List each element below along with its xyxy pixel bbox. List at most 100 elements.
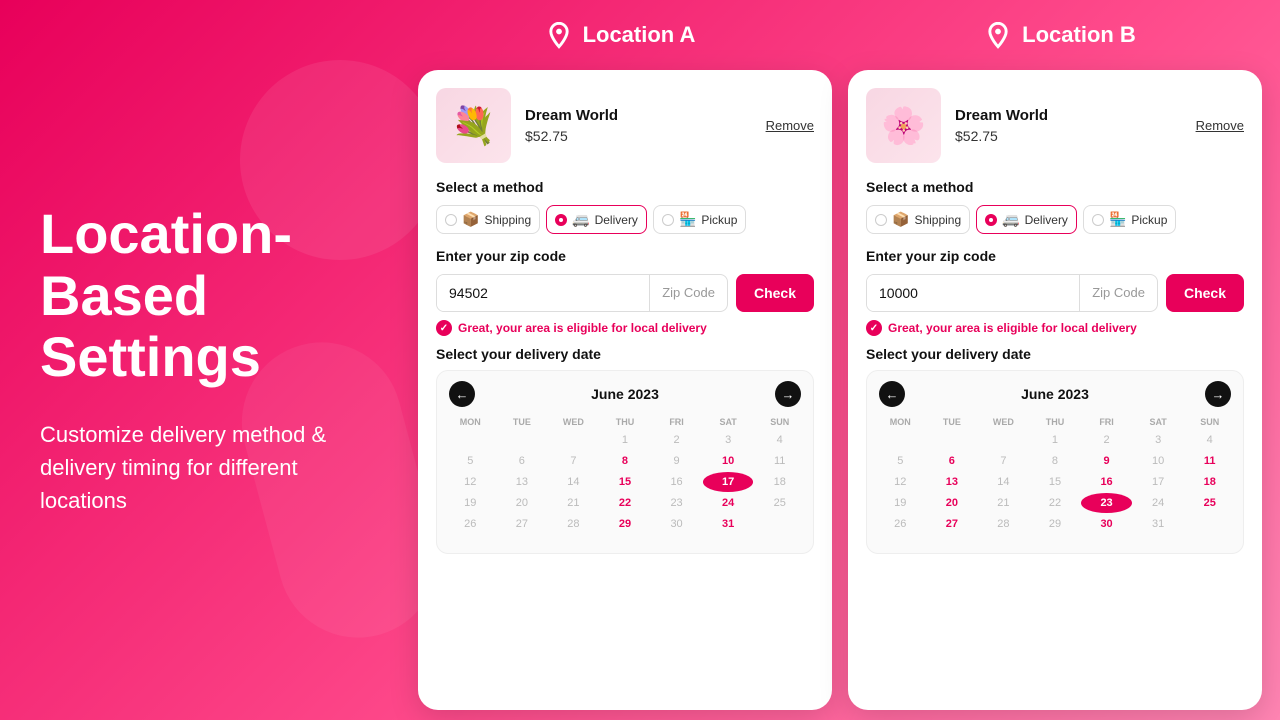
cal-day[interactable]: 27: [927, 514, 978, 534]
cal-day[interactable]: 10: [703, 451, 754, 471]
method-options-a: 📦 Shipping 🚐 Delivery 🏪 Pickup: [436, 205, 814, 234]
cal-day-header: MON: [445, 415, 496, 429]
location-headers: Location A Location B: [400, 0, 1280, 70]
cal-header-a: ← June 2023 →: [445, 381, 805, 407]
zip-placeholder-b: Zip Code: [1079, 275, 1157, 311]
eligible-text-a: Great, your area is eligible for local d…: [458, 321, 707, 335]
method-shipping-a[interactable]: 📦 Shipping: [436, 205, 540, 234]
cal-day: [1184, 514, 1235, 534]
cal-day[interactable]: 18: [1184, 472, 1235, 492]
cal-day[interactable]: 29: [600, 514, 651, 534]
location-a-icon: [545, 21, 573, 49]
cal-day: 18: [754, 472, 805, 492]
product-image-a: 💐: [436, 88, 511, 163]
cal-day-header: TUE: [927, 415, 978, 429]
cal-day: [927, 430, 978, 450]
cal-day-header: WED: [978, 415, 1029, 429]
delivery-date-label-b: Select your delivery date: [866, 346, 1244, 362]
cal-next-a[interactable]: →: [775, 381, 801, 407]
eligible-text-b: Great, your area is eligible for local d…: [888, 321, 1137, 335]
calendar-widget-b: ← June 2023 → MONTUEWEDTHUFRISATSUN12345…: [866, 370, 1244, 554]
check-button-a[interactable]: Check: [736, 274, 814, 312]
main-title: Location-Based Settings: [40, 203, 360, 388]
zip-section-b: Enter your zip code Zip Code Check ✓ Gre…: [866, 248, 1244, 336]
remove-link-a[interactable]: Remove: [766, 118, 814, 133]
cal-day: 5: [875, 451, 926, 471]
cal-day: [445, 535, 496, 543]
cal-day: 25: [754, 493, 805, 513]
cal-day-header: TUE: [497, 415, 548, 429]
cal-day: 1: [600, 430, 651, 450]
cal-day[interactable]: 8: [600, 451, 651, 471]
method-pickup-b[interactable]: 🏪 Pickup: [1083, 205, 1176, 234]
pickup-icon-a: 🏪: [679, 211, 696, 228]
radio-shipping-b: [875, 214, 887, 226]
cal-day: 20: [497, 493, 548, 513]
cal-day[interactable]: 25: [1184, 493, 1235, 513]
cal-day: 9: [651, 451, 702, 471]
cal-day[interactable]: 31: [703, 514, 754, 534]
remove-link-b[interactable]: Remove: [1196, 118, 1244, 133]
cal-day: 12: [445, 472, 496, 492]
zip-input-b[interactable]: [867, 275, 1079, 311]
cal-day[interactable]: 24: [703, 493, 754, 513]
cal-day: 26: [445, 514, 496, 534]
shipping-icon-a: 📦: [462, 211, 479, 228]
cal-day: 21: [548, 493, 599, 513]
product-row-b: 🌸 Dream World $52.75 Remove: [866, 88, 1244, 163]
check-button-b[interactable]: Check: [1166, 274, 1244, 312]
zip-placeholder-a: Zip Code: [649, 275, 727, 311]
radio-delivery-a: [555, 214, 567, 226]
eligible-msg-a: ✓ Great, your area is eligible for local…: [436, 320, 814, 336]
cal-day[interactable]: 15: [600, 472, 651, 492]
cal-day: 16: [651, 472, 702, 492]
sub-text: Customize delivery method & delivery tim…: [40, 418, 360, 517]
cal-day[interactable]: 9: [1081, 451, 1132, 471]
cal-day[interactable]: 16: [1081, 472, 1132, 492]
product-row-a: 💐 Dream World $52.75 Remove: [436, 88, 814, 163]
cal-day-header: WED: [548, 415, 599, 429]
zip-label-a: Enter your zip code: [436, 248, 814, 264]
cal-day[interactable]: 11: [1184, 451, 1235, 471]
product-image-b: 🌸: [866, 88, 941, 163]
pickup-label-b: Pickup: [1131, 213, 1167, 227]
cal-day-header: SAT: [1133, 415, 1184, 429]
method-pickup-a[interactable]: 🏪 Pickup: [653, 205, 746, 234]
cal-day[interactable]: 17: [703, 472, 754, 492]
cal-day[interactable]: 22: [600, 493, 651, 513]
product-price-a: $52.75: [525, 128, 752, 144]
cal-day: 19: [875, 493, 926, 513]
method-delivery-b[interactable]: 🚐 Delivery: [976, 205, 1077, 234]
product-name-a: Dream World: [525, 107, 752, 124]
cal-prev-a[interactable]: ←: [449, 381, 475, 407]
zip-section-a: Enter your zip code Zip Code Check ✓ Gre…: [436, 248, 814, 336]
zip-input-wrapper-a: Zip Code: [436, 274, 728, 312]
cal-day[interactable]: 20: [927, 493, 978, 513]
cal-day[interactable]: 30: [1081, 514, 1132, 534]
cal-day: 14: [548, 472, 599, 492]
method-shipping-b[interactable]: 📦 Shipping: [866, 205, 970, 234]
cal-day: [497, 430, 548, 450]
cal-day[interactable]: 13: [927, 472, 978, 492]
product-info-b: Dream World $52.75: [955, 107, 1182, 144]
cal-day[interactable]: 6: [927, 451, 978, 471]
cal-day[interactable]: 23: [1081, 493, 1132, 513]
cal-header-b: ← June 2023 →: [875, 381, 1235, 407]
eligible-check-icon-b: ✓: [866, 320, 882, 336]
cal-day: 28: [978, 514, 1029, 534]
cal-day: 24: [1133, 493, 1184, 513]
cal-day-header: SAT: [703, 415, 754, 429]
cal-day: 23: [651, 493, 702, 513]
cal-day: 26: [875, 514, 926, 534]
product-info-a: Dream World $52.75: [525, 107, 752, 144]
right-area: Location A Location B 💐 Dream World $52.…: [400, 0, 1280, 720]
delivery-date-label-a: Select your delivery date: [436, 346, 814, 362]
calendar-widget-a: ← June 2023 → MONTUEWEDTHUFRISATSUN12345…: [436, 370, 814, 554]
zip-input-a[interactable]: [437, 275, 649, 311]
cal-day: [875, 430, 926, 450]
method-delivery-a[interactable]: 🚐 Delivery: [546, 205, 647, 234]
cal-next-b[interactable]: →: [1205, 381, 1231, 407]
cal-day: 17: [1133, 472, 1184, 492]
cal-prev-b[interactable]: ←: [879, 381, 905, 407]
cal-day: [754, 514, 805, 534]
